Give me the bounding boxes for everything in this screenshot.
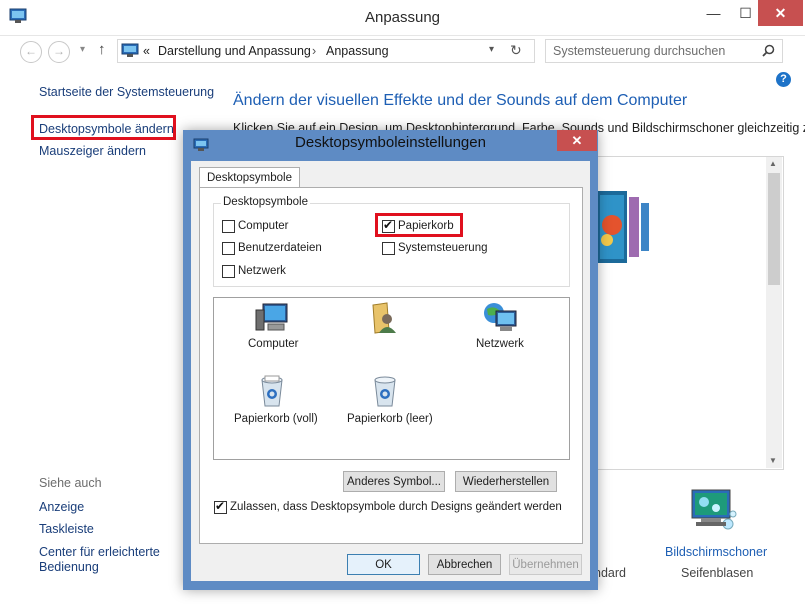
refresh-icon[interactable]: ↻ [510,42,522,59]
theme-list[interactable] [596,156,784,470]
cancel-button[interactable]: Abbrechen [428,554,501,575]
window-titlebar: Anpassung — ☐ ✕ [0,0,805,36]
back-arrow-icon[interactable]: ← [20,41,42,63]
up-arrow-icon[interactable]: ↑ [98,41,106,58]
nav-link-ease-of-access[interactable]: Center für erleichterte [39,545,160,559]
checkbox-label-allow-themes[interactable]: Zulassen, dass Desktopsymbole durch Desi… [230,501,562,513]
control-panel-icon [121,43,139,57]
tab-desktop-icons[interactable]: Desktopsymbole [199,167,301,188]
checkbox-label-computer[interactable]: Computer [238,220,289,232]
minimize-button[interactable]: — [697,0,730,26]
change-icon-button[interactable]: Anderes Symbol... [343,471,445,492]
checkbox-label-network[interactable]: Netzwerk [238,265,286,277]
window-title: Anpassung [364,9,441,26]
icon-label-recycle-bin-empty[interactable]: Papierkorb (leer) [347,413,433,425]
ok-button[interactable]: OK [347,554,420,575]
dialog-close-button[interactable]: ✕ [557,130,597,151]
sound-value-partial: ndard [594,566,626,580]
theme-thumbnail-icon[interactable] [597,185,652,269]
desktop-icon-settings-dialog: Desktopsymboleinstellungen ✕ Desktopsymb… [183,130,598,590]
highlight-box [31,115,176,140]
checkbox-label-user-files[interactable]: Benutzerdateien [238,242,322,254]
scroll-down-icon[interactable]: ▼ [769,456,777,465]
nav-link-taskbar[interactable]: Taskleiste [39,522,94,536]
highlight-box-recycle-bin [375,213,463,237]
nav-link-display[interactable]: Anzeige [39,500,84,514]
search-placeholder: Systemsteuerung durchsuchen [553,44,726,58]
checkbox-computer[interactable] [222,220,235,233]
computer-icon[interactable] [254,302,290,334]
checkbox-label-control-panel[interactable]: Systemsteuerung [398,242,488,254]
icon-label-computer[interactable]: Computer [248,338,299,350]
close-button[interactable]: ✕ [758,0,803,26]
breadcrumb-arrow-icon[interactable]: › [312,44,316,58]
nav-link-mouse-pointer[interactable]: Mauszeiger ändern [39,144,146,158]
network-icon[interactable] [482,301,518,335]
checkbox-user-files[interactable] [222,242,235,255]
checkbox-allow-themes[interactable] [214,499,227,514]
search-input[interactable]: Systemsteuerung durchsuchen [545,39,783,63]
breadcrumb-item-anpassung[interactable]: Anpassung [326,44,389,58]
recycle-bin-empty-icon[interactable] [372,374,398,408]
theme-list-scrollbar[interactable]: ▲ ▼ [766,157,782,468]
scrollbar-thumb[interactable] [768,173,780,285]
icon-label-network[interactable]: Netzwerk [476,338,524,350]
navigation-bar: ← → ▾ ↑ « Darstellung und Anpassung › An… [0,36,805,66]
page-title: Ändern der visuellen Effekte und der Sou… [233,92,688,109]
checkbox-network[interactable] [222,265,235,278]
icon-preview-list[interactable]: Computer Netzwerk Papierkorb (voll) Papi… [213,297,570,460]
recycle-bin-full-icon[interactable] [259,374,285,408]
restore-default-button[interactable]: Wiederherstellen [455,471,557,492]
help-icon[interactable]: ? [776,72,791,87]
checkbox-control-panel[interactable] [382,242,395,255]
address-dropdown-icon[interactable]: ▾ [489,44,494,55]
see-also-heading: Siehe auch [39,476,102,490]
screensaver-value: Seifenblasen [681,566,754,580]
icon-label-recycle-bin-full[interactable]: Papierkorb (voll) [234,413,318,425]
screensaver-link[interactable]: Bildschirmschoner [665,545,767,559]
dialog-title: Desktopsymboleinstellungen [295,134,486,151]
user-files-icon[interactable] [369,301,399,335]
group-label: Desktopsymbole [221,196,311,208]
scroll-up-icon[interactable]: ▲ [769,159,777,168]
nav-link-control-panel-home[interactable]: Startseite der Systemsteuerung [39,85,214,99]
screensaver-icon[interactable] [686,488,738,540]
tab-panel: Desktopsymbole Computer Papierkorb Benut… [199,187,583,544]
nav-link-ease-of-access-line2[interactable]: Bedienung [39,560,99,574]
breadcrumb-overflow[interactable]: « [143,44,150,58]
search-icon[interactable] [762,44,775,57]
address-bar[interactable]: « Darstellung und Anpassung › Anpassung … [117,39,535,63]
apply-button[interactable]: Übernehmen [509,554,582,575]
recent-pages-chevron-icon[interactable]: ▾ [80,44,85,55]
breadcrumb-item-darstellung[interactable]: Darstellung und Anpassung [158,44,311,58]
forward-arrow-icon[interactable]: → [48,41,70,63]
